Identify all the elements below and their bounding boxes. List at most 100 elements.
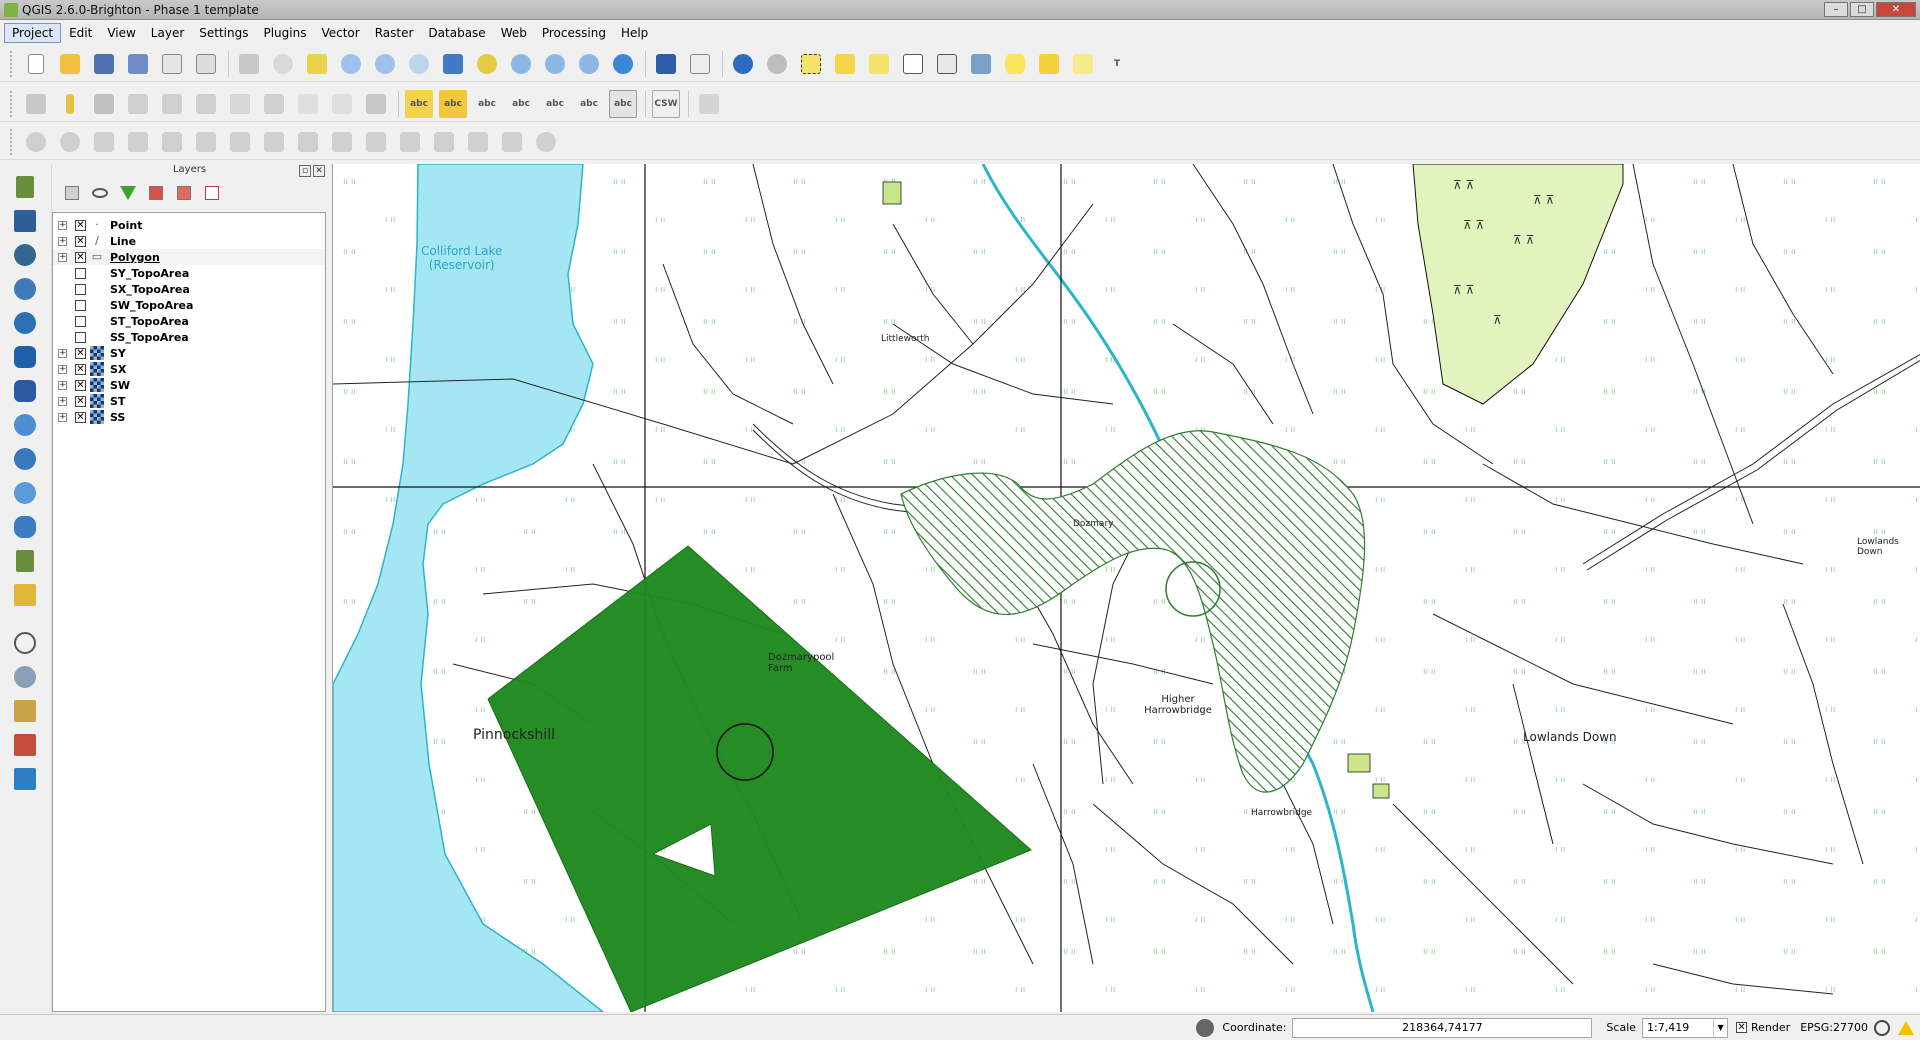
menu-database[interactable]: Database	[421, 24, 492, 42]
csw-client-button[interactable]: CSW	[652, 89, 680, 118]
layer-item-line[interactable]: + ✕ ∕ Line	[53, 233, 325, 249]
deselect-button[interactable]	[831, 50, 859, 78]
layer-visibility-checkbox[interactable]: ✕	[75, 411, 86, 423]
zoom-next-button[interactable]	[575, 50, 603, 78]
node-tool-button[interactable]	[192, 90, 220, 118]
toolbar-grip[interactable]	[10, 90, 16, 117]
coordinate-toggle-icon[interactable]	[1196, 1018, 1215, 1037]
layer-item-sy-topoarea[interactable]: SY_TopoArea	[53, 265, 325, 281]
expand-toggle[interactable]: +	[58, 364, 67, 374]
identify-features-button[interactable]	[729, 50, 757, 78]
add-vector-layer-button[interactable]	[10, 172, 40, 202]
scale-combobox[interactable]: 1:7,419 ▼	[1642, 1017, 1729, 1038]
layer-visibility-checkbox[interactable]	[75, 267, 86, 279]
add-geopackage-button[interactable]	[10, 764, 40, 794]
add-delimited-text-button[interactable]	[10, 512, 40, 542]
add-part-button[interactable]	[192, 128, 220, 156]
map-tips-button[interactable]	[1001, 50, 1029, 78]
action-button[interactable]	[763, 50, 791, 78]
layer-visibility-checkbox[interactable]: ✕	[75, 251, 86, 263]
layer-visibility-checkbox[interactable]: ✕	[75, 363, 86, 375]
new-print-composer-button[interactable]	[158, 50, 186, 78]
toggle-editing-button[interactable]	[56, 90, 84, 118]
expand-toggle[interactable]: +	[58, 380, 67, 390]
add-mssql-layer-button[interactable]	[10, 308, 40, 338]
measure-button[interactable]	[967, 50, 995, 78]
layer-visibility-checkbox[interactable]	[75, 299, 86, 311]
zoom-in-button[interactable]	[337, 50, 365, 78]
move-feature-button[interactable]	[158, 90, 186, 118]
zoom-full-button[interactable]	[439, 50, 467, 78]
add-gps-layer-button[interactable]	[10, 628, 40, 658]
add-line-button[interactable]	[10, 696, 40, 726]
close-window-button[interactable]: ✕	[1876, 2, 1916, 17]
expand-toggle[interactable]: +	[58, 252, 67, 262]
new-bookmark-button[interactable]	[1035, 50, 1063, 78]
expand-toggle[interactable]: +	[58, 236, 67, 246]
expand-toggle[interactable]: +	[58, 220, 67, 230]
menu-web[interactable]: Web	[494, 24, 534, 42]
menu-plugins[interactable]: Plugins	[256, 24, 313, 42]
layer-item-sx-topoarea[interactable]: SX_TopoArea	[53, 281, 325, 297]
copy-features-button[interactable]	[294, 90, 322, 118]
layer-visibility-checkbox[interactable]	[75, 331, 86, 343]
globe-crs-icon[interactable]	[1874, 1019, 1890, 1036]
layer-visibility-checkbox[interactable]	[75, 315, 86, 327]
add-wcs-layer-button[interactable]	[10, 444, 40, 474]
georeferencer-button[interactable]	[695, 90, 723, 118]
add-point-button[interactable]	[10, 662, 40, 692]
redo-button[interactable]	[56, 128, 84, 156]
delete-selected-button[interactable]	[226, 90, 254, 118]
layer-visibility-checkbox[interactable]	[75, 283, 86, 295]
render-checkbox[interactable]: ✕	[1736, 1022, 1748, 1033]
zoom-last-button[interactable]	[541, 50, 569, 78]
current-edits-button[interactable]	[22, 90, 50, 118]
layer-visibility-checkbox[interactable]: ✕	[75, 379, 86, 391]
add-ring-button[interactable]	[158, 128, 186, 156]
text-annotation-button[interactable]: T	[1103, 50, 1131, 78]
layer-item-sy[interactable]: + ✕ SY	[53, 345, 325, 361]
layer-item-sw[interactable]: + ✕ SW	[53, 377, 325, 393]
menu-layer[interactable]: Layer	[144, 24, 191, 42]
merge-features-button[interactable]	[464, 128, 492, 156]
chevron-down-icon[interactable]: ▼	[1713, 1018, 1727, 1037]
whats-this-button[interactable]	[686, 50, 714, 78]
label-change-button[interactable]: abc	[575, 90, 603, 118]
remove-layer-button[interactable]	[202, 183, 222, 203]
add-feature-button[interactable]	[124, 90, 152, 118]
split-parts-button[interactable]	[430, 128, 458, 156]
add-group-button[interactable]	[62, 183, 82, 203]
expand-toggle[interactable]: +	[58, 412, 67, 422]
layer-item-st[interactable]: + ✕ ST	[53, 393, 325, 409]
pan-to-selection-button[interactable]	[303, 50, 331, 78]
layer-visibility-checkbox[interactable]: ✕	[75, 219, 86, 231]
collapse-all-button[interactable]	[174, 183, 194, 203]
layer-labeling-button[interactable]: abc	[405, 89, 433, 118]
touch-zoom-button[interactable]	[235, 50, 263, 78]
open-project-button[interactable]	[56, 50, 84, 78]
paste-features-button[interactable]	[328, 90, 356, 118]
label-show-hide-button[interactable]: abc	[473, 90, 501, 118]
new-shapefile-button[interactable]	[10, 546, 40, 576]
add-db2-layer-button[interactable]	[10, 376, 40, 406]
menu-view[interactable]: View	[100, 24, 142, 42]
crs-status-button[interactable]: EPSG:27700	[1800, 1021, 1868, 1034]
toolbar-grip[interactable]	[10, 50, 16, 77]
label-move-button[interactable]: abc	[507, 90, 535, 118]
menu-settings[interactable]: Settings	[192, 24, 255, 42]
help-contents-button[interactable]	[652, 50, 680, 78]
manage-visibility-button[interactable]	[90, 183, 110, 203]
new-project-button[interactable]	[22, 50, 50, 78]
layer-visibility-checkbox[interactable]: ✕	[75, 395, 86, 407]
layer-item-ss[interactable]: + ✕ SS	[53, 409, 325, 425]
layer-visibility-checkbox[interactable]: ✕	[75, 347, 86, 359]
reshape-features-button[interactable]	[328, 128, 356, 156]
undo-button[interactable]	[22, 128, 50, 156]
layer-item-point[interactable]: + ✕ · Point	[53, 217, 325, 233]
layer-item-ss-topoarea[interactable]: SS_TopoArea	[53, 329, 325, 345]
rotate-point-symbols-button[interactable]	[532, 128, 560, 156]
label-highlight-button[interactable]: abc	[609, 89, 637, 118]
layer-item-sw-topoarea[interactable]: SW_TopoArea	[53, 297, 325, 313]
delete-ring-button[interactable]	[260, 128, 288, 156]
add-virtual-layer-button[interactable]	[10, 580, 40, 610]
